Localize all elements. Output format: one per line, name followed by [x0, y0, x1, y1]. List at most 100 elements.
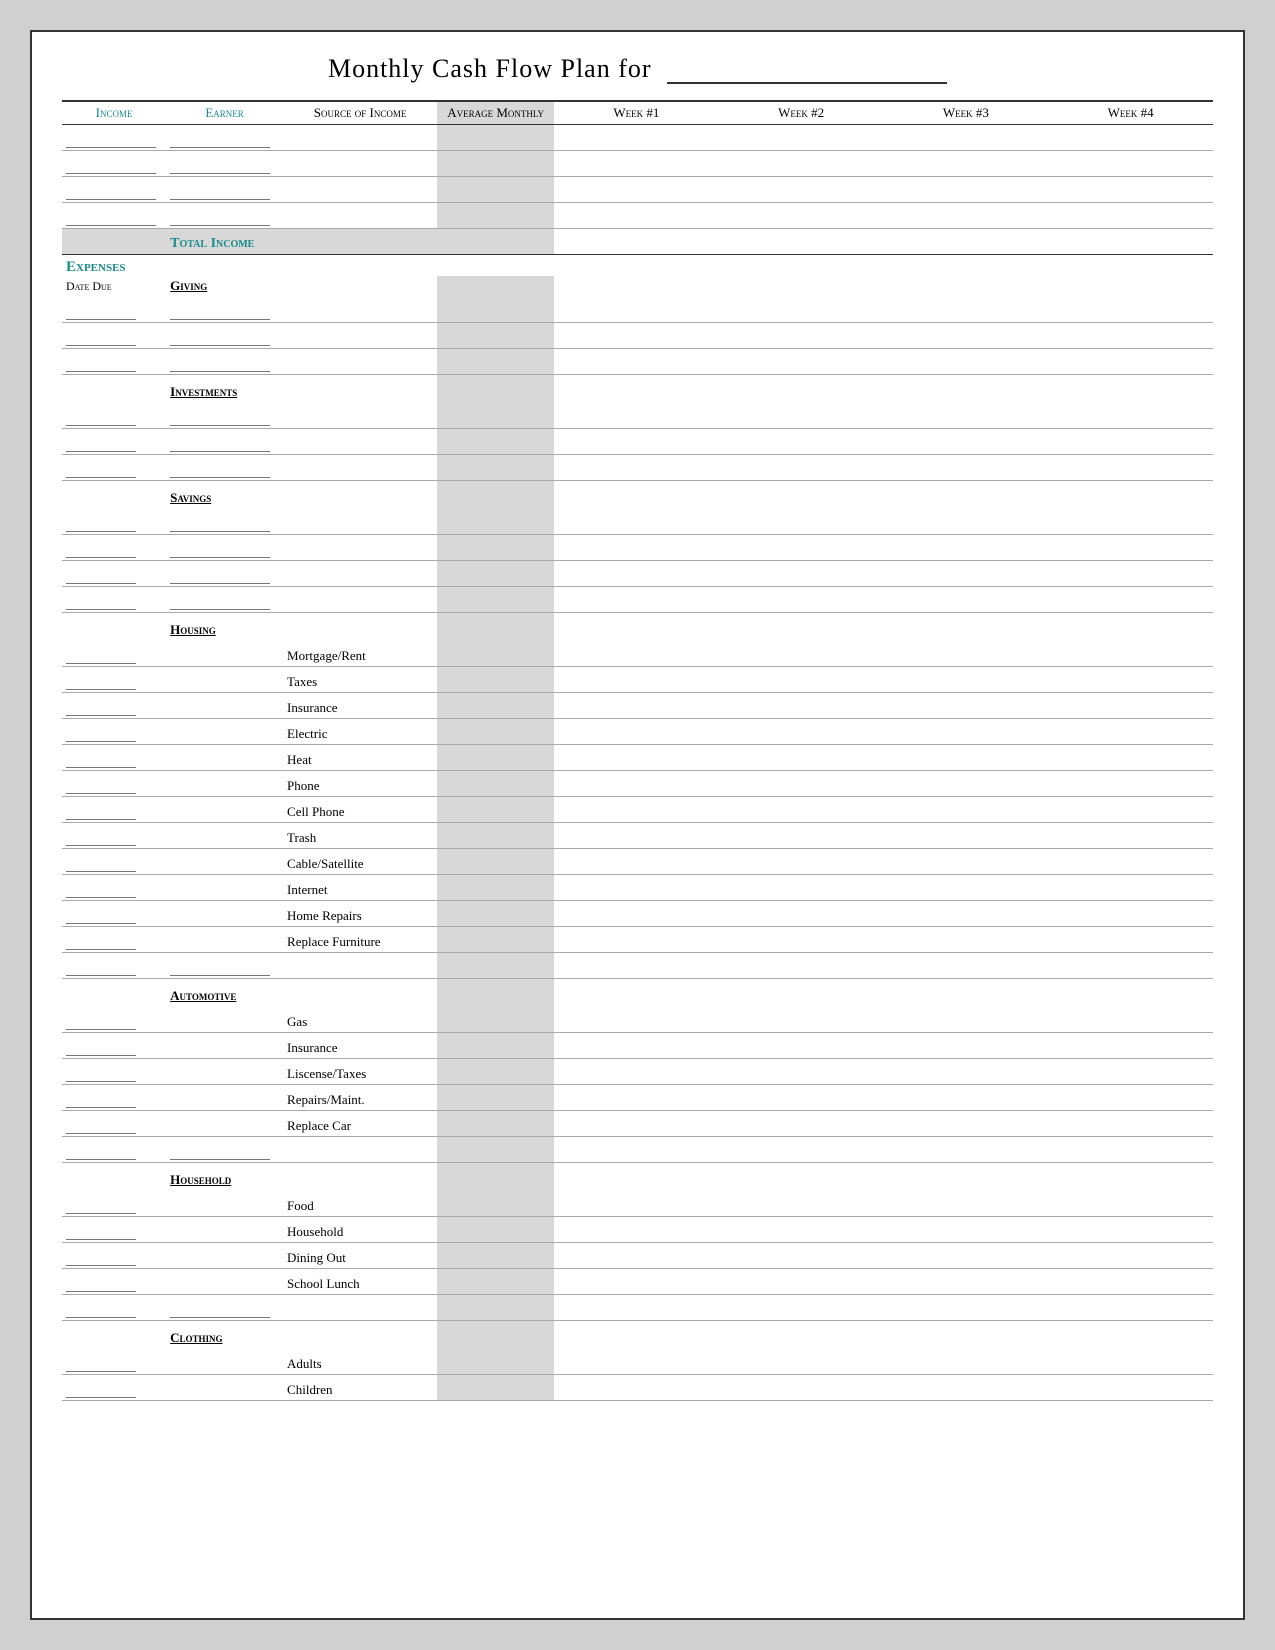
h-mortgage-date: [62, 640, 166, 666]
s4-w1: [554, 586, 719, 612]
i1-w1: [554, 402, 719, 428]
housing-row-furniture: Replace Furniture: [62, 926, 1213, 952]
housing-row-phone: Phone: [62, 770, 1213, 796]
hh-date-col: [62, 1162, 166, 1190]
g3-avg: [437, 348, 554, 374]
h-ins-w1: [554, 692, 719, 718]
i3-date: [62, 454, 166, 480]
cl-w3-h: [883, 1320, 1048, 1348]
income-week1-1: [554, 125, 719, 151]
avg-text: Average Monthly: [441, 105, 550, 121]
s3-w4: [1048, 560, 1213, 586]
hh-hh-date: [62, 1216, 166, 1242]
inv-row-1: [62, 402, 1213, 428]
giving-avg-header: [437, 276, 554, 296]
cl-w1-h: [554, 1320, 719, 1348]
cl-adults-w4: [1048, 1348, 1213, 1374]
auto-row-insurance: Insurance: [62, 1032, 1213, 1058]
h-furn-source: Replace Furniture: [283, 926, 437, 952]
s4-w2: [719, 586, 884, 612]
h-cell-w2: [719, 796, 884, 822]
income-week4-3: [1048, 177, 1213, 203]
a-rep-item: [166, 1084, 283, 1110]
h-trash-w3: [883, 822, 1048, 848]
g3-w4: [1048, 348, 1213, 374]
h-heat-w2: [719, 744, 884, 770]
housing-row-cellphone: Cell Phone: [62, 796, 1213, 822]
hou-w3-h: [883, 612, 1048, 640]
income-source-1: [283, 125, 437, 151]
cl-child-w2: [719, 1374, 884, 1400]
g2-w3: [883, 322, 1048, 348]
s2-avg: [437, 534, 554, 560]
g1-w1: [554, 296, 719, 322]
housing-row-internet: Internet: [62, 874, 1213, 900]
h-phone-source: Phone: [283, 770, 437, 796]
housing-header-row: Housing: [62, 612, 1213, 640]
h-ins-w4: [1048, 692, 1213, 718]
cl-w2-h: [719, 1320, 884, 1348]
sav-row-4: [62, 586, 1213, 612]
s1-w2: [719, 508, 884, 534]
hh-food-w3: [883, 1190, 1048, 1216]
h-taxes-w2: [719, 666, 884, 692]
h-cell-w4: [1048, 796, 1213, 822]
i1-item: [166, 402, 283, 428]
g1-w4: [1048, 296, 1213, 322]
h-rep-w2: [719, 900, 884, 926]
investments-label-cell: Investments: [166, 374, 283, 402]
h-inet-source: Internet: [283, 874, 437, 900]
income-week1-4: [554, 203, 719, 229]
a-rep-w1: [554, 1084, 719, 1110]
hh-row-blank: [62, 1294, 1213, 1320]
inv-w2-h: [719, 374, 884, 402]
investments-header-row: Investments: [62, 374, 1213, 402]
total-income-row: Total Income: [62, 229, 1213, 255]
housing-row-mortgage: Mortgage/Rent: [62, 640, 1213, 666]
a-lic-item: [166, 1058, 283, 1084]
income-source-4: [283, 203, 437, 229]
cl-child-w1: [554, 1374, 719, 1400]
h-phone-item: [166, 770, 283, 796]
clothing-label-cell: Clothing: [166, 1320, 283, 1348]
h-rep-avg: [437, 900, 554, 926]
hh-hh-w3: [883, 1216, 1048, 1242]
income-week1-3: [554, 177, 719, 203]
income-week1-2: [554, 151, 719, 177]
a-ins-w2: [719, 1032, 884, 1058]
income-earner-2b: [166, 151, 283, 177]
hh-lun-source: School Lunch: [283, 1268, 437, 1294]
h-ins-item: [166, 692, 283, 718]
sav-row-2: [62, 534, 1213, 560]
h-trash-w1: [554, 822, 719, 848]
giving-row-3: [62, 348, 1213, 374]
h-furn-date: [62, 926, 166, 952]
a-rep-w4: [1048, 1084, 1213, 1110]
h-phone-date: [62, 770, 166, 796]
hh-din-source: Dining Out: [283, 1242, 437, 1268]
a-blank-avg: [437, 1136, 554, 1162]
h-mortgage-w2: [719, 640, 884, 666]
hh-lun-w4: [1048, 1268, 1213, 1294]
i3-w1: [554, 454, 719, 480]
a-ins-date: [62, 1032, 166, 1058]
housing-row-electric: Electric: [62, 718, 1213, 744]
g1-avg: [437, 296, 554, 322]
housing-row-homerepairs: Home Repairs: [62, 900, 1213, 926]
g2-date: [62, 322, 166, 348]
g3-source: [283, 348, 437, 374]
col-header-income: Income: [62, 101, 166, 125]
housing-row-heat: Heat: [62, 744, 1213, 770]
h-blank-w3: [883, 952, 1048, 978]
income-source-3: [283, 177, 437, 203]
h-phone-w1: [554, 770, 719, 796]
i2-w2: [719, 428, 884, 454]
i1-w2: [719, 402, 884, 428]
col-header-avg: Average Monthly: [437, 101, 554, 125]
h-cable-w2: [719, 848, 884, 874]
h-blank-w4: [1048, 952, 1213, 978]
s4-item: [166, 586, 283, 612]
page-title: Monthly Cash Flow Plan for: [62, 52, 1213, 90]
g1-w2: [719, 296, 884, 322]
page: Monthly Cash Flow Plan for Income Earner…: [30, 30, 1245, 1620]
